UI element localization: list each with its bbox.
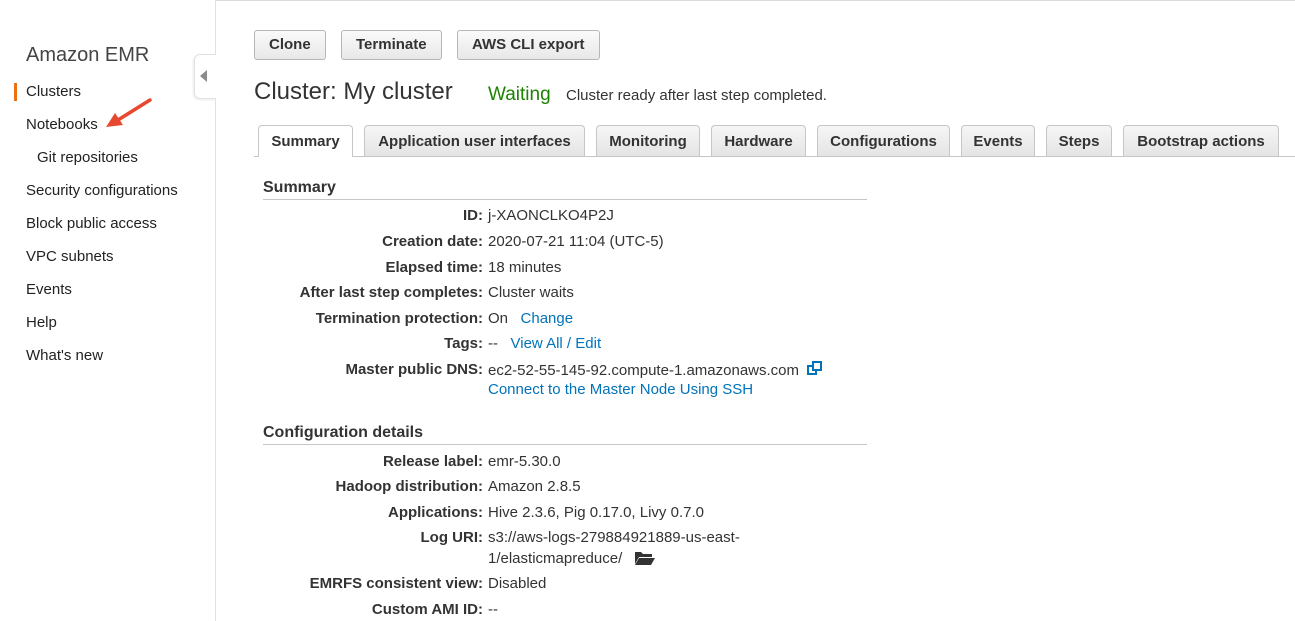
master-dns-value: ec2-52-55-145-92.compute-1.amazonaws.com	[488, 362, 799, 379]
tags-row: -- View All / Edit	[488, 335, 601, 352]
applications-label: Applications:	[387, 504, 483, 521]
termination-protection-label: Termination protection:	[315, 310, 483, 327]
view-edit-tags-link[interactable]: View All / Edit	[511, 335, 602, 352]
log-uri-label: Log URI:	[420, 529, 483, 546]
emrfs-consistent-view-value: Disabled	[488, 575, 547, 592]
tab-events[interactable]: Events	[961, 125, 1035, 156]
id-value: j-XAONCLKO4P2J	[488, 207, 614, 224]
elapsed-time-value: 18 minutes	[488, 259, 562, 276]
terminate-button[interactable]: Terminate	[341, 30, 442, 60]
id-label: ID:	[463, 207, 483, 224]
folder-open-icon[interactable]	[634, 550, 656, 566]
sidebar-item-notebooks[interactable]: Notebooks	[26, 116, 98, 133]
log-uri-value-line2: 1/elasticmapreduce/	[488, 550, 623, 567]
termination-protection-value: On	[488, 310, 509, 327]
page-title: Cluster: My cluster	[254, 78, 453, 105]
tab-summary[interactable]: Summary	[258, 125, 353, 157]
configuration-divider	[263, 444, 867, 445]
clone-button[interactable]: Clone	[254, 30, 326, 60]
elapsed-time-label: Elapsed time:	[385, 259, 483, 276]
sidebar-item-events[interactable]: Events	[26, 281, 72, 298]
tab-steps[interactable]: Steps	[1046, 125, 1112, 156]
status-badge: Waiting	[488, 84, 551, 105]
annotation-arrow-icon	[106, 98, 152, 127]
master-dns-label: Master public DNS:	[345, 361, 483, 378]
sidebar-item-block-public-access[interactable]: Block public access	[26, 215, 157, 232]
custom-ami-id-label: Custom AMI ID:	[371, 601, 483, 618]
aws-cli-export-button[interactable]: AWS CLI export	[457, 30, 600, 60]
creation-date-label: Creation date:	[382, 233, 483, 250]
emrfs-consistent-view-label: EMRFS consistent view:	[309, 575, 483, 592]
tab-monitoring[interactable]: Monitoring	[596, 125, 700, 156]
hadoop-distribution-value: Amazon 2.8.5	[488, 478, 581, 495]
applications-value: Hive 2.3.6, Pig 0.17.0, Livy 0.7.0	[488, 504, 704, 521]
termination-protection-row: On Change	[488, 310, 573, 327]
tags-label: Tags:	[444, 335, 483, 352]
master-dns-row: ec2-52-55-145-92.compute-1.amazonaws.com	[488, 361, 823, 379]
tab-bootstrap-actions[interactable]: Bootstrap actions	[1123, 125, 1279, 156]
tab-hardware[interactable]: Hardware	[711, 125, 806, 156]
change-termination-link[interactable]: Change	[521, 310, 574, 327]
copy-icon[interactable]	[807, 361, 823, 377]
sidebar-item-git-repositories[interactable]: Git repositories	[37, 149, 138, 166]
sidebar-item-security-configurations[interactable]: Security configurations	[26, 182, 178, 199]
sidebar: Amazon EMR Clusters Notebooks Git reposi…	[0, 0, 216, 621]
release-label-value: emr-5.30.0	[488, 453, 561, 470]
after-last-step-value: Cluster waits	[488, 284, 574, 301]
summary-divider	[263, 199, 867, 200]
sidebar-item-vpc-subnets[interactable]: VPC subnets	[26, 248, 114, 265]
sidebar-item-whats-new[interactable]: What's new	[26, 347, 103, 364]
tab-configurations[interactable]: Configurations	[817, 125, 950, 156]
status-description: Cluster ready after last step completed.	[566, 87, 827, 104]
ssh-connect-link[interactable]: Connect to the Master Node Using SSH	[488, 381, 753, 398]
log-uri-row-2: 1/elasticmapreduce/	[488, 550, 656, 567]
creation-date-value: 2020-07-21 11:04 (UTC-5)	[488, 233, 664, 250]
sidebar-brand: Amazon EMR	[26, 44, 150, 66]
after-last-step-label: After last step completes:	[299, 284, 483, 301]
sidebar-item-clusters[interactable]: Clusters	[13, 83, 81, 101]
summary-heading: Summary	[263, 179, 336, 196]
configuration-details-heading: Configuration details	[263, 424, 423, 441]
sidebar-item-help[interactable]: Help	[26, 314, 57, 331]
sidebar-collapse-button[interactable]	[194, 54, 216, 99]
tags-value: --	[488, 335, 498, 352]
hadoop-distribution-label: Hadoop distribution:	[335, 478, 483, 495]
tab-application-user-interfaces[interactable]: Application user interfaces	[364, 125, 585, 156]
log-uri-value-line1: s3://aws-logs-279884921889-us-east-	[488, 529, 740, 546]
release-label-label: Release label:	[382, 453, 483, 470]
chevron-left-icon	[200, 70, 207, 82]
custom-ami-id-value: --	[488, 601, 498, 618]
